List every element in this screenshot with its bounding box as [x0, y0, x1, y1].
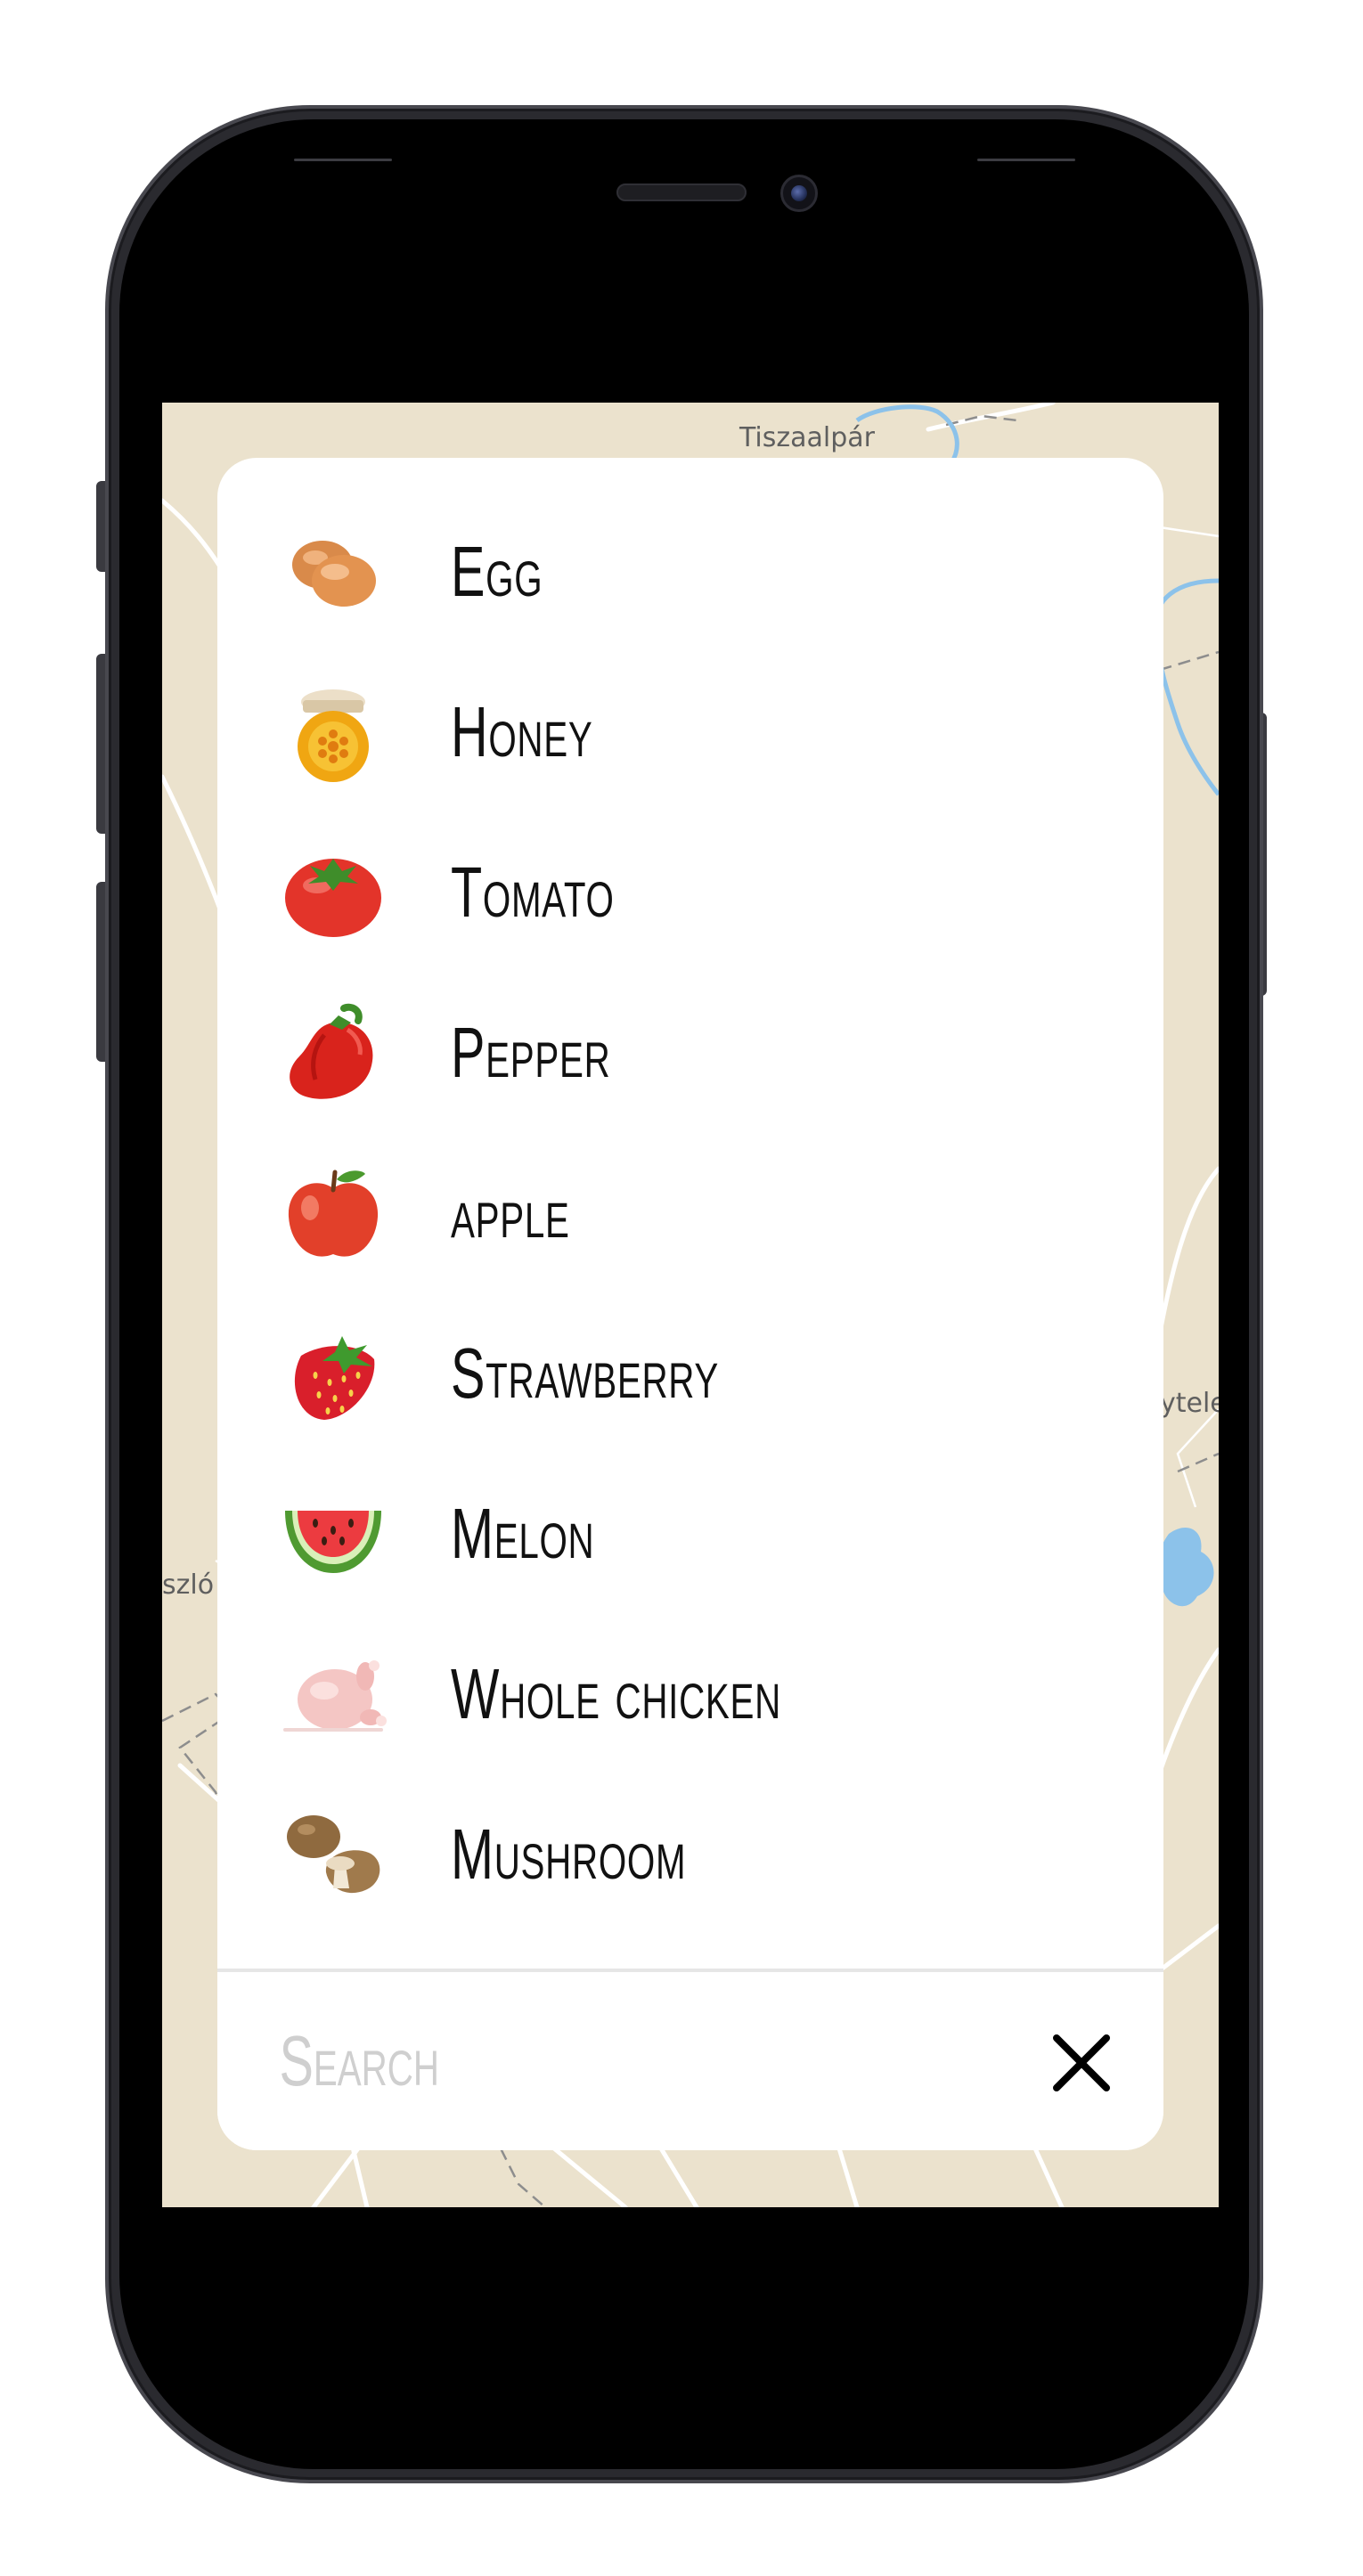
food-item-label: Mushroom: [451, 1814, 687, 1894]
antenna-band: [977, 159, 1075, 161]
honey-jar-icon: [298, 689, 369, 782]
apple-icon: [288, 1170, 379, 1257]
whole-chicken-icon: [283, 1660, 387, 1732]
map-place-label: Tiszaalpár: [739, 422, 875, 453]
food-item-label: Pepper: [451, 1013, 611, 1092]
pepper-icon: [290, 1003, 373, 1099]
food-list: Egg Honey Tomato Pepper apple Strawberry…: [217, 492, 1163, 1935]
food-item-label: Egg: [451, 532, 543, 611]
food-item-label: Whole chicken: [451, 1654, 781, 1733]
tomato-icon: [285, 859, 381, 937]
food-item-label: Melon: [451, 1494, 595, 1573]
earpiece-speaker: [616, 183, 747, 201]
food-item-egg[interactable]: Egg: [217, 492, 1163, 652]
watermelon-icon: [285, 1511, 381, 1573]
strawberry-icon: [294, 1336, 375, 1420]
food-item-label: Honey: [451, 692, 593, 771]
egg-icon: [292, 541, 376, 607]
food-item-apple[interactable]: apple: [217, 1133, 1163, 1293]
close-icon[interactable]: [1046, 2027, 1117, 2099]
food-item-label: Tomato: [451, 852, 615, 932]
search-bar: [217, 1969, 1163, 2150]
food-picker-modal: Egg Honey Tomato Pepper apple Strawberry…: [217, 458, 1163, 2150]
food-item-melon[interactable]: Melon: [217, 1454, 1163, 1614]
food-item-label: apple: [451, 1173, 570, 1252]
food-item-strawberry[interactable]: Strawberry: [217, 1293, 1163, 1454]
map-place-label: szló: [162, 1569, 215, 1601]
antenna-band: [294, 159, 392, 161]
mushroom-icon: [287, 1815, 380, 1894]
front-camera: [780, 175, 818, 212]
food-item-label: Strawberry: [451, 1333, 720, 1413]
food-item-tomato[interactable]: Tomato: [217, 812, 1163, 973]
food-item-pepper[interactable]: Pepper: [217, 973, 1163, 1133]
map-place-label: ytele: [1160, 1388, 1219, 1419]
search-input[interactable]: [278, 2008, 727, 2115]
food-item-honey[interactable]: Honey: [217, 652, 1163, 812]
food-item-whole-chicken[interactable]: Whole chicken: [217, 1614, 1163, 1774]
food-item-mushroom[interactable]: Mushroom: [217, 1774, 1163, 1935]
device-frame-page: Tiszaalpár ytele szló Egg Honey Tomato P…: [0, 0, 1363, 2576]
app-screen: Tiszaalpár ytele szló Egg Honey Tomato P…: [162, 403, 1219, 2207]
